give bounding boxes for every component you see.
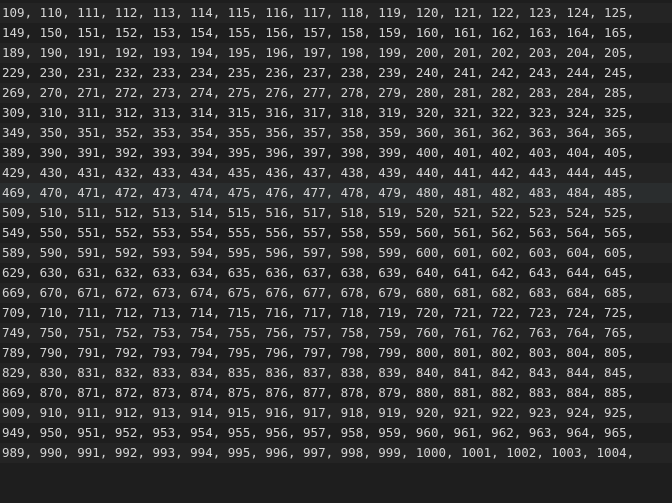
code-line[interactable]: 349, 350, 351, 352, 353, 354, 355, 356, … [0,123,672,143]
code-line[interactable]: 669, 670, 671, 672, 673, 674, 675, 676, … [0,283,672,303]
code-line[interactable]: 789, 790, 791, 792, 793, 794, 795, 796, … [0,343,672,363]
code-line[interactable]: 909, 910, 911, 912, 913, 914, 915, 916, … [0,403,672,423]
code-line[interactable]: 309, 310, 311, 312, 313, 314, 315, 316, … [0,103,672,123]
code-line[interactable]: 749, 750, 751, 752, 753, 754, 755, 756, … [0,323,672,343]
code-line[interactable]: 149, 150, 151, 152, 153, 154, 155, 156, … [0,23,672,43]
code-line[interactable]: 869, 870, 871, 872, 873, 874, 875, 876, … [0,383,672,403]
code-line[interactable]: 509, 510, 511, 512, 513, 514, 515, 516, … [0,203,672,223]
code-line[interactable]: 229, 230, 231, 232, 233, 234, 235, 236, … [0,63,672,83]
code-line[interactable]: 189, 190, 191, 192, 193, 194, 195, 196, … [0,43,672,63]
code-editor-viewport[interactable]: 109, 110, 111, 112, 113, 114, 115, 116, … [0,0,672,503]
code-line[interactable]: 469, 470, 471, 472, 473, 474, 475, 476, … [0,183,672,203]
code-line[interactable]: 429, 430, 431, 432, 433, 434, 435, 436, … [0,163,672,183]
code-line[interactable]: 709, 710, 711, 712, 713, 714, 715, 716, … [0,303,672,323]
code-line[interactable]: 269, 270, 271, 272, 273, 274, 275, 276, … [0,83,672,103]
code-line[interactable]: 949, 950, 951, 952, 953, 954, 955, 956, … [0,423,672,443]
code-line[interactable]: 829, 830, 831, 832, 833, 834, 835, 836, … [0,363,672,383]
code-line[interactable]: 989, 990, 991, 992, 993, 994, 995, 996, … [0,443,672,463]
code-line[interactable]: 629, 630, 631, 632, 633, 634, 635, 636, … [0,263,672,283]
code-line[interactable]: 549, 550, 551, 552, 553, 554, 555, 556, … [0,223,672,243]
code-line[interactable]: 109, 110, 111, 112, 113, 114, 115, 116, … [0,3,672,23]
code-line[interactable]: 389, 390, 391, 392, 393, 394, 395, 396, … [0,143,672,163]
code-line[interactable]: 589, 590, 591, 592, 593, 594, 595, 596, … [0,243,672,263]
